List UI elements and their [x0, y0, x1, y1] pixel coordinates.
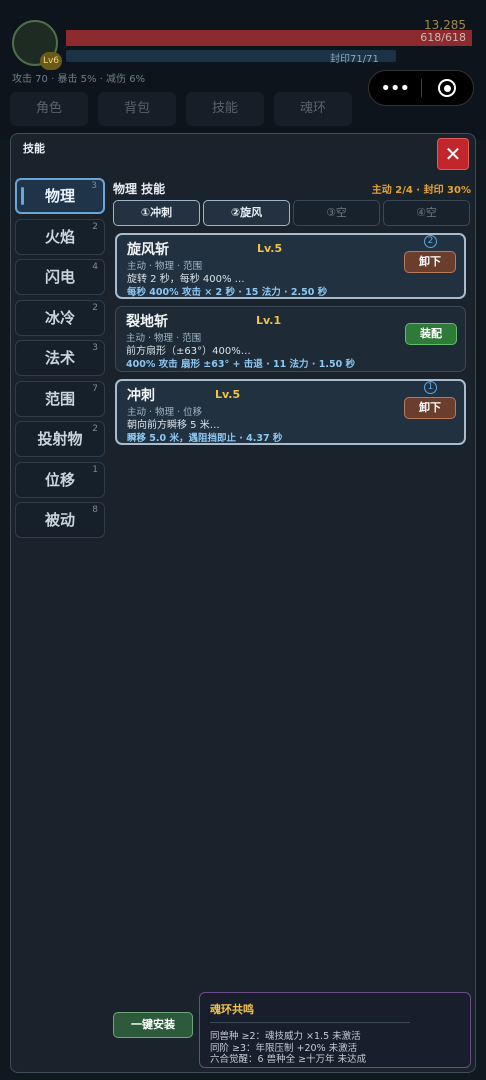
one-click-install-button[interactable]: 一键安装 — [113, 1012, 193, 1038]
skill-name: 裂地斩 — [126, 314, 168, 330]
skill-card-whirlwind[interactable]: 旋风斩 Lv.5 主动 · 物理 · 范围 旋转 2 秒，每秒 400% … 每… — [115, 233, 466, 299]
tab-soul-ring[interactable]: 魂环 — [274, 92, 352, 126]
close-button[interactable]: ✕ — [437, 138, 469, 170]
more-dots-icon[interactable]: ••• — [369, 78, 421, 99]
skill-list-header: 物理 技能 主动 2/4 · 封印 30% — [113, 178, 471, 198]
resonance-line: 同兽种 ≥2：魂技威力 ×1.5 未激活 — [210, 1031, 361, 1042]
slot-badge: 2 — [424, 235, 437, 248]
avatar-level: Lv6 — [40, 52, 62, 70]
skill-list-title: 物理 技能 — [113, 182, 166, 196]
skill-description: 朝向前方瞬移 5 米… — [127, 420, 220, 431]
skill-stats: 400% 攻击 扇形 ±63° + 击退 · 11 法力 · 1.50 秒 — [126, 359, 355, 370]
panel-title: 技能 — [23, 142, 45, 155]
player-stats: 攻击 70 · 暴击 5% · 减伤 6% — [12, 74, 146, 85]
hp-text: 618/618 — [420, 31, 466, 44]
resonance-divider — [210, 1022, 410, 1023]
skill-description: 前方扇形（±63°）400%… — [126, 346, 251, 357]
top-tabs: 角色 背包 技能 魂环 — [10, 92, 352, 126]
tab-character[interactable]: 角色 — [10, 92, 88, 126]
slot-1[interactable]: ①冲刺 — [113, 200, 200, 226]
resonance-line: 同阶 ≥3：年限压制 +20% 未激活 — [210, 1042, 358, 1054]
skill-level: Lv.1 — [256, 314, 282, 327]
skill-card-dash[interactable]: 冲刺 Lv.5 主动 · 物理 · 位移 朝向前方瞬移 5 米… 瞬移 5.0 … — [115, 379, 466, 445]
skill-list-area: 物理 技能 主动 2/4 · 封印 30% ①冲刺 ②旋风 ③空 ④空 旋风斩 … — [113, 178, 471, 445]
slot-2[interactable]: ②旋风 — [203, 200, 290, 226]
seal-text: 封印71/71 — [330, 54, 379, 65]
skill-name: 冲刺 — [127, 388, 155, 404]
equip-button[interactable]: 装配 — [405, 323, 457, 345]
target-icon[interactable] — [421, 79, 473, 97]
slot-3[interactable]: ③空 — [293, 200, 380, 226]
tab-bag[interactable]: 背包 — [98, 92, 176, 126]
skill-level: Lv.5 — [257, 242, 283, 255]
active-slots: ①冲刺 ②旋风 ③空 ④空 — [113, 200, 471, 226]
skills-panel: 技能 ✕ 物理 3 火焰 2 闪电 4 冰冷 2 法术 3 范围 7 投射物 2 位移 1 被动… — [10, 133, 476, 1073]
resonance-line: 六合觉醒：6 兽种全 ≥十万年 未达成 — [210, 1054, 367, 1065]
mini-program-capsule: ••• — [368, 70, 474, 106]
skill-description: 旋转 2 秒，每秒 400% … — [127, 274, 245, 285]
category-sidebar: 物理 3 火焰 2 闪电 4 冰冷 2 法术 3 范围 7 投射物 2 位移 1 被动 8 — [15, 178, 105, 543]
slot-4[interactable]: ④空 — [383, 200, 470, 226]
skill-stats: 瞬移 5.0 米，遇阻挡即止 · 4.37 秒 — [127, 433, 283, 444]
soul-ring-resonance-box: 魂环共鸣 同兽种 ≥2：魂技威力 ×1.5 未激活 同阶 ≥3：年限压制 +20… — [199, 992, 471, 1068]
tab-skills[interactable]: 技能 — [186, 92, 264, 126]
resonance-title: 魂环共鸣 — [210, 1003, 254, 1016]
active-slot-status: 主动 2/4 · 封印 30% — [371, 185, 471, 196]
skill-level: Lv.5 — [215, 388, 241, 401]
unequip-button[interactable]: 卸下 — [404, 397, 456, 419]
skill-card-ground-slash[interactable]: 裂地斩 Lv.1 主动 · 物理 · 范围 前方扇形（±63°）400%… 40… — [115, 306, 466, 372]
hp-bar — [66, 30, 472, 46]
unequip-button[interactable]: 卸下 — [404, 251, 456, 273]
skill-stats: 每秒 400% 攻击 × 2 秒 · 15 法力 · 2.50 秒 — [127, 287, 328, 298]
category-passive[interactable]: 被动 8 — [15, 502, 105, 538]
skill-name: 旋风斩 — [127, 242, 169, 258]
slot-badge: 1 — [424, 381, 437, 394]
